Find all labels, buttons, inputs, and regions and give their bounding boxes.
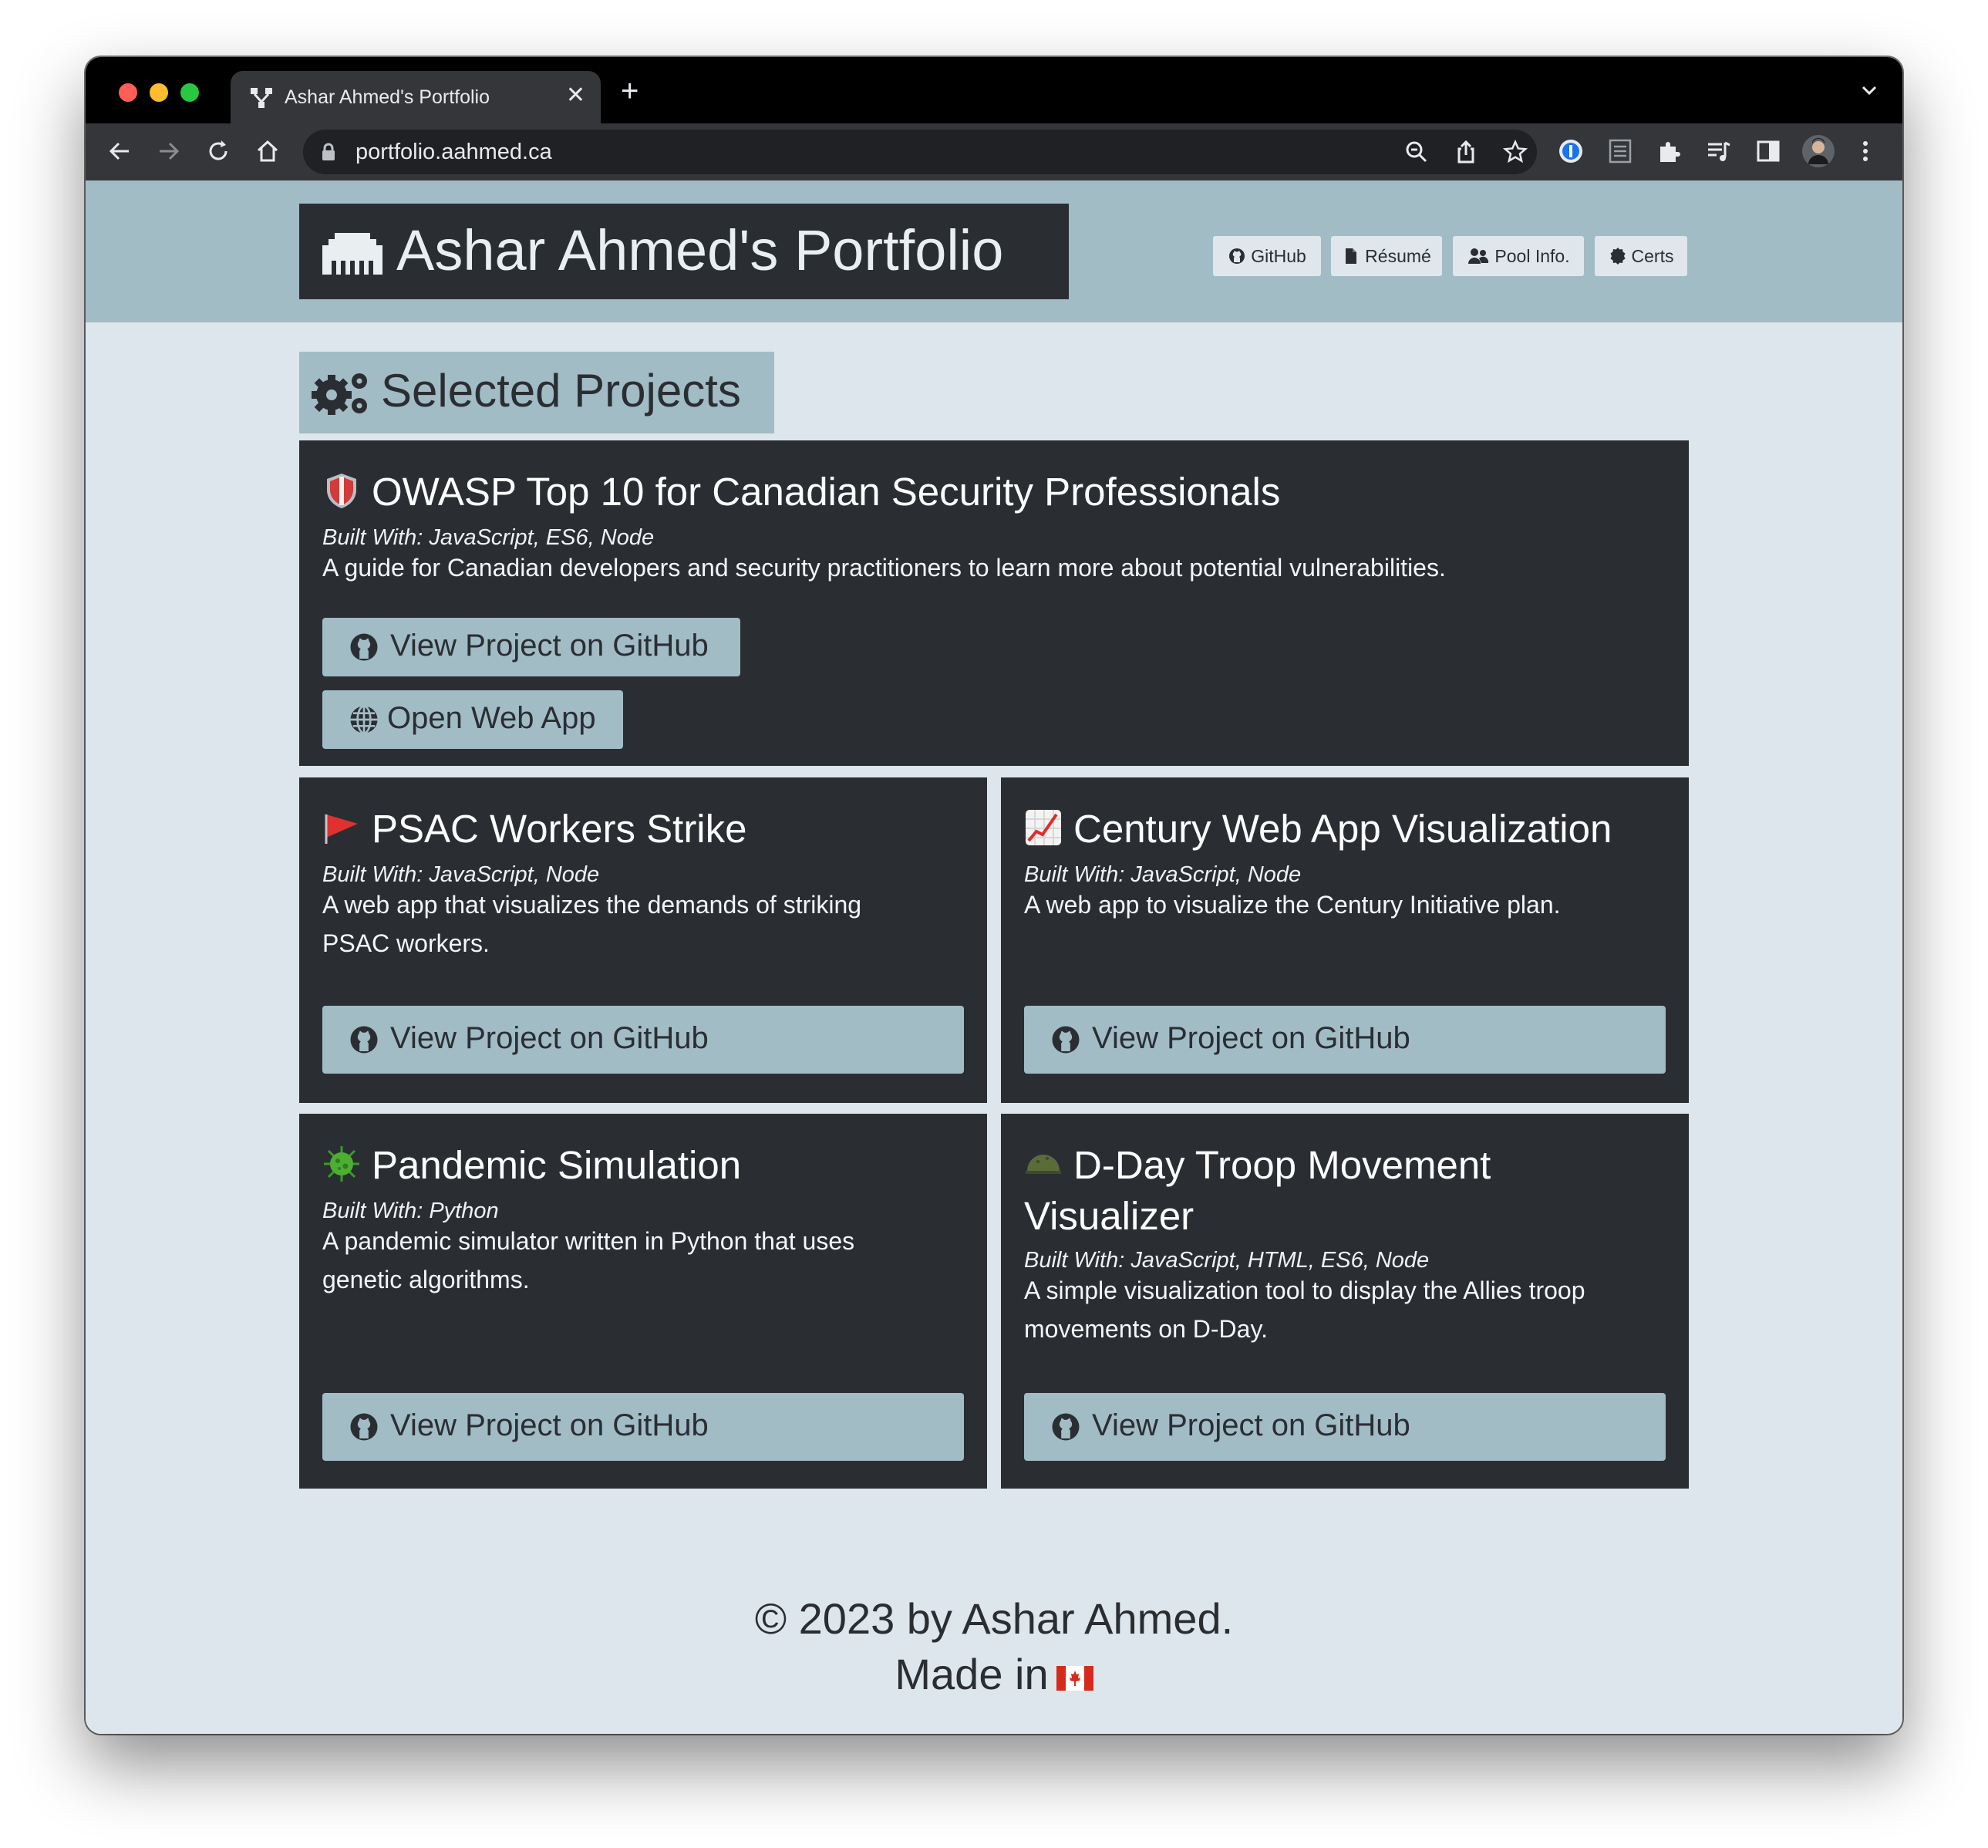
sitemap-favicon-icon <box>251 88 272 108</box>
view-github-button[interactable]: View Project on GitHub <box>322 1006 964 1074</box>
button-label: Open Web App <box>387 701 596 735</box>
lock-icon[interactable] <box>322 143 335 161</box>
zoom-icon[interactable] <box>1404 140 1429 164</box>
project-description: A simple visualization tool to display t… <box>1024 1276 1585 1343</box>
project-card-dday: D-Day Troop Movement Visualizer Built Wi… <box>1001 1114 1689 1489</box>
home-icon[interactable] <box>254 137 281 165</box>
ethernet-icon <box>322 233 382 275</box>
section-title: Selected Projects <box>381 365 741 416</box>
project-title: PSAC Workers Strike <box>322 804 747 855</box>
project-card-pandemic: Pandemic Simulation Built With: Python A… <box>299 1114 987 1489</box>
project-card-century: Century Web App Visualization Built With… <box>1001 777 1689 1103</box>
github-icon <box>350 1413 378 1441</box>
project-built-with: Built With: JavaScript, Node <box>322 862 600 887</box>
close-window-button[interactable] <box>119 83 137 102</box>
canada-flag-icon <box>1056 1666 1093 1691</box>
file-icon <box>1346 248 1357 264</box>
reload-icon[interactable] <box>204 137 232 165</box>
project-title: Century Web App Visualization <box>1024 804 1612 855</box>
shield-icon <box>327 474 356 508</box>
project-title: OWASP Top 10 for Canadian Security Profe… <box>322 467 1280 518</box>
view-github-button[interactable]: View Project on GitHub <box>322 1393 964 1461</box>
browser-toolbar: portfolio.aahmed.ca <box>86 123 1902 180</box>
site-header: Ashar Ahmed's Portfolio GitHub Résumé Po… <box>86 180 1902 322</box>
made-in-line: Made in <box>86 1647 1902 1702</box>
red-flag-icon <box>325 814 358 844</box>
github-icon <box>1052 1413 1080 1441</box>
view-github-button[interactable]: View Project on GitHub <box>1024 1393 1666 1461</box>
tab-title: Ashar Ahmed's Portfolio <box>285 86 490 108</box>
open-web-app-button[interactable]: Open Web App <box>322 690 623 749</box>
nav-github-label: GitHub <box>1251 245 1306 266</box>
close-tab-icon[interactable]: ✕ <box>566 82 585 109</box>
button-label: View Project on GitHub <box>1092 1408 1410 1442</box>
new-tab-button[interactable]: + <box>621 76 639 106</box>
nav-pool-info-button[interactable]: Pool Info. <box>1453 236 1584 276</box>
tab-strip: Ashar Ahmed's Portfolio ✕ + <box>86 57 1902 123</box>
project-title: D-Day Troop Movement Visualizer <box>1024 1143 1491 1238</box>
button-label: View Project on GitHub <box>1092 1021 1410 1055</box>
globe-icon <box>350 705 378 734</box>
site-title: Ashar Ahmed's Portfolio <box>396 218 1004 282</box>
view-github-button[interactable]: View Project on GitHub <box>322 618 740 676</box>
github-icon <box>350 633 378 661</box>
kebab-menu-icon[interactable] <box>1852 137 1879 165</box>
github-icon <box>350 1026 378 1054</box>
extensions-icon[interactable] <box>1656 137 1683 165</box>
sidepanel-icon[interactable] <box>1754 137 1782 165</box>
tab-search-chevron-icon[interactable] <box>1859 80 1879 100</box>
nav-resume-button[interactable]: Résumé <box>1331 236 1442 276</box>
nav-pool-info-label: Pool Info. <box>1494 245 1570 266</box>
nav-github-button[interactable]: GitHub <box>1213 236 1321 276</box>
copyright-text: © 2023 by Ashar Ahmed. <box>754 1594 1234 1643</box>
nav-certs-button[interactable]: Certs <box>1595 236 1687 276</box>
password-manager-icon[interactable] <box>1557 137 1585 165</box>
users-icon <box>1468 248 1489 264</box>
certificate-icon <box>1610 248 1626 265</box>
project-title: Pandemic Simulation <box>322 1140 741 1191</box>
button-label: View Project on GitHub <box>390 629 709 663</box>
browser-tab[interactable]: Ashar Ahmed's Portfolio ✕ <box>231 71 601 123</box>
project-built-with: Built With: JavaScript, Node <box>1024 862 1302 887</box>
reader-icon[interactable] <box>1606 137 1634 165</box>
minimize-window-button[interactable] <box>150 83 168 102</box>
project-built-with: Built With: JavaScript, HTML, ES6, Node <box>1024 1248 1430 1273</box>
forward-icon[interactable] <box>155 137 183 165</box>
github-icon <box>1229 248 1245 264</box>
view-github-button[interactable]: View Project on GitHub <box>1024 1006 1666 1074</box>
project-description: A web app that visualizes the demands of… <box>322 891 862 957</box>
project-built-with: Built With: Python <box>322 1199 499 1223</box>
bookmark-star-icon[interactable] <box>1503 140 1528 164</box>
project-description: A guide for Canadian developers and secu… <box>322 554 1446 582</box>
chart-increasing-icon <box>1026 810 1061 845</box>
back-icon[interactable] <box>106 137 133 165</box>
share-icon[interactable] <box>1454 140 1478 164</box>
maximize-window-button[interactable] <box>180 83 199 102</box>
military-helmet-icon <box>1026 1155 1061 1174</box>
project-built-with: Built With: JavaScript, ES6, Node <box>322 525 655 550</box>
profile-avatar[interactable] <box>1802 135 1835 167</box>
project-card-owasp: OWASP Top 10 for Canadian Security Profe… <box>299 440 1689 766</box>
media-icon[interactable] <box>1705 137 1733 165</box>
section-heading: Selected Projects <box>299 352 774 433</box>
site-footer: © 2023 by Ashar Ahmed. Made in <box>86 1591 1902 1702</box>
browser-window: Ashar Ahmed's Portfolio ✕ + portfolio.aa <box>86 57 1902 1734</box>
github-icon <box>1052 1026 1080 1054</box>
nav-certs-label: Certs <box>1631 245 1674 266</box>
gears-icon <box>312 373 367 415</box>
page-viewport: Ashar Ahmed's Portfolio GitHub Résumé Po… <box>86 180 1902 1734</box>
project-description: A pandemic simulator written in Python t… <box>322 1227 855 1293</box>
address-bar[interactable]: portfolio.aahmed.ca <box>303 130 1537 174</box>
brand-banner[interactable]: Ashar Ahmed's Portfolio <box>299 204 1069 299</box>
made-in-text: Made in <box>895 1650 1049 1698</box>
microbe-icon <box>324 1146 359 1182</box>
project-description: A web app to visualize the Century Initi… <box>1024 891 1561 919</box>
url-text[interactable]: portfolio.aahmed.ca <box>355 140 552 165</box>
project-card-psac: PSAC Workers Strike Built With: JavaScri… <box>299 777 987 1103</box>
button-label: View Project on GitHub <box>390 1021 709 1055</box>
button-label: View Project on GitHub <box>390 1408 709 1442</box>
nav-resume-label: Résumé <box>1365 245 1431 266</box>
